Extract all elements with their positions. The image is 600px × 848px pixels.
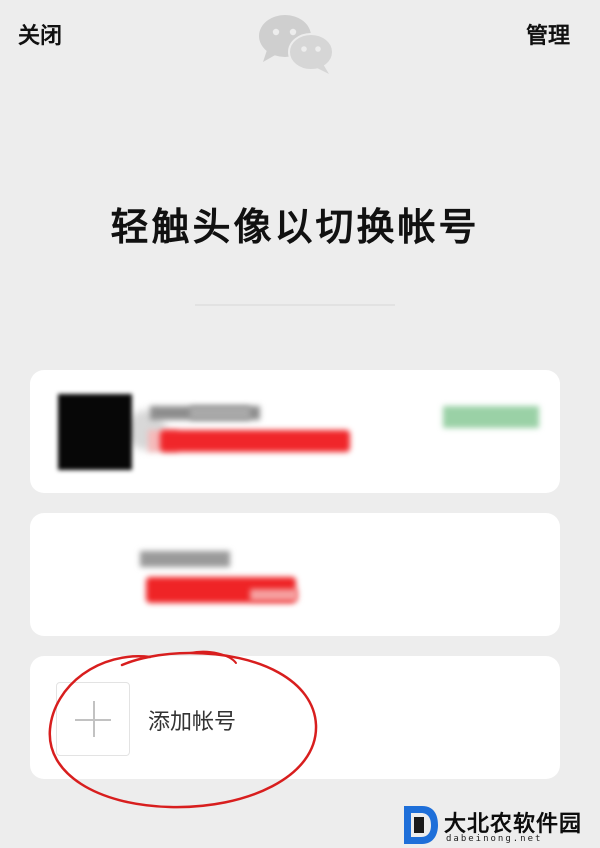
account-card-2[interactable] — [30, 513, 560, 636]
avatar[interactable] — [58, 394, 132, 470]
divider — [195, 304, 395, 306]
manage-button[interactable]: 管理 — [526, 18, 570, 50]
watermark-logo-icon — [404, 806, 438, 844]
add-account-label[interactable]: 添加帐号 — [148, 704, 236, 736]
account-name-redacted — [140, 551, 230, 567]
account-name-redacted — [190, 406, 250, 420]
top-bar: 关闭 管理 — [0, 0, 600, 74]
account-id-redacted — [160, 430, 350, 452]
watermark-url: dabeinong.net — [446, 834, 543, 844]
account-card-1[interactable] — [30, 370, 560, 493]
wechat-logo-icon — [259, 15, 334, 74]
watermark: 大北农软件园 dabeinong.net — [400, 802, 600, 848]
add-account-button[interactable] — [56, 682, 130, 756]
page-title: 轻触头像以切换帐号 — [110, 205, 480, 249]
status-badge-redacted — [443, 406, 539, 428]
close-button[interactable]: 关闭 — [18, 18, 62, 50]
account-id-redacted — [250, 589, 298, 601]
add-account-card[interactable]: 添加帐号 — [30, 656, 560, 779]
